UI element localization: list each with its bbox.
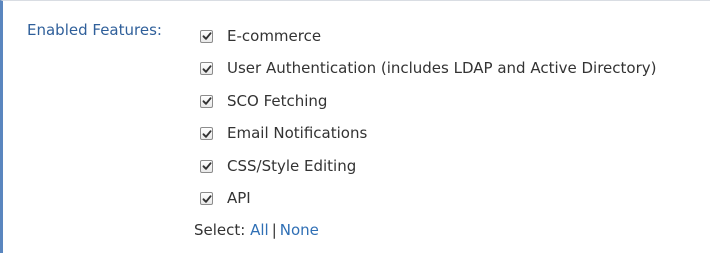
- feature-item-user-authentication[interactable]: User Authentication (includes LDAP and A…: [200, 53, 656, 86]
- checkmark-icon: [202, 32, 212, 40]
- select-separator: |: [271, 221, 277, 239]
- checkbox-api[interactable]: [200, 192, 213, 206]
- feature-label-email-notifications: Email Notifications: [227, 124, 368, 143]
- select-all-none-row: Select: All | None: [194, 221, 319, 239]
- checkmark-icon: [202, 65, 212, 73]
- select-all-link[interactable]: All: [250, 221, 269, 239]
- feature-item-css-style-editing[interactable]: CSS/Style Editing: [200, 150, 656, 183]
- feature-label-css-style-editing: CSS/Style Editing: [227, 156, 357, 175]
- checkbox-user-authentication[interactable]: [200, 62, 213, 76]
- feature-item-ecommerce[interactable]: E-commerce: [200, 20, 656, 53]
- checkmark-icon: [202, 130, 212, 138]
- checkbox-css-style-editing[interactable]: [200, 159, 213, 173]
- checkbox-sco-fetching[interactable]: [200, 94, 213, 108]
- feature-item-api[interactable]: API: [200, 183, 656, 216]
- feature-label-ecommerce: E-commerce: [227, 26, 322, 45]
- feature-label-user-authentication: User Authentication (includes LDAP and A…: [227, 59, 657, 78]
- checkmark-icon: [202, 195, 212, 203]
- feature-checkbox-list: E-commerce User Authentication (includes…: [200, 21, 656, 215]
- feature-item-email-notifications[interactable]: Email Notifications: [200, 118, 656, 151]
- feature-label-sco-fetching: SCO Fetching: [227, 91, 328, 110]
- feature-item-sco-fetching[interactable]: SCO Fetching: [200, 85, 656, 118]
- checkmark-icon: [202, 162, 212, 170]
- select-prefix-label: Select:: [194, 221, 246, 239]
- checkbox-ecommerce[interactable]: [200, 29, 213, 43]
- feature-label-api: API: [227, 189, 251, 208]
- enabled-features-label: Enabled Features:: [27, 21, 162, 39]
- features-panel: Enabled Features: E-commerce User Authen…: [0, 0, 710, 253]
- checkbox-email-notifications[interactable]: [200, 127, 213, 141]
- select-none-link[interactable]: None: [280, 221, 319, 239]
- checkmark-icon: [202, 97, 212, 105]
